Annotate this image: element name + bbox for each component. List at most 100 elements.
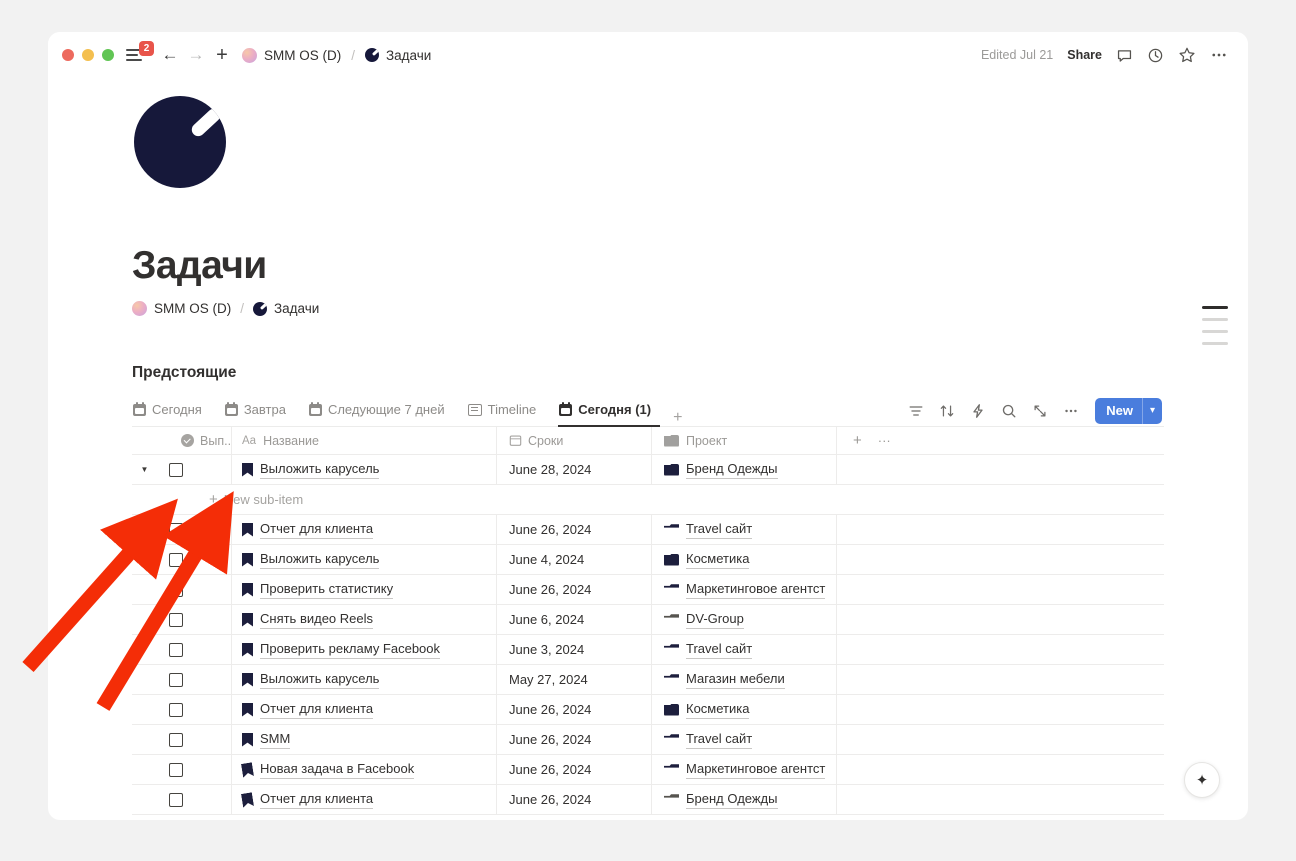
- table-of-contents-indicator[interactable]: [1202, 306, 1228, 345]
- cell-project[interactable]: DV-Group: [652, 605, 837, 634]
- project-name[interactable]: Бренд Одежды: [686, 790, 778, 809]
- collapse-row-icon[interactable]: ▼: [132, 455, 157, 484]
- tab-next-7-days[interactable]: Следующие 7 дней: [308, 395, 454, 427]
- comment-icon[interactable]: [1116, 47, 1133, 64]
- task-name[interactable]: Выложить карусель: [260, 670, 380, 689]
- toc-marker[interactable]: [1202, 330, 1228, 333]
- cell-done[interactable]: [157, 635, 232, 664]
- project-name[interactable]: Маркетинговое агентст: [686, 760, 826, 779]
- checkbox[interactable]: [169, 792, 183, 807]
- breadcrumb-workspace-link[interactable]: SMM OS (D): [154, 301, 231, 316]
- arrow-left-icon[interactable]: ←: [158, 43, 182, 67]
- project-name[interactable]: Travel сайт: [686, 520, 753, 539]
- new-sub-item-row[interactable]: + New sub-item: [132, 485, 1164, 515]
- table-row[interactable]: Выложить карусель May 27, 2024 Магазин меб…: [132, 665, 1164, 695]
- checkbox[interactable]: [169, 642, 183, 657]
- cell-due-date[interactable]: June 26, 2024: [497, 725, 652, 754]
- cell-due-date[interactable]: June 26, 2024: [497, 695, 652, 724]
- ai-assist-button[interactable]: ✦: [1184, 762, 1220, 798]
- cell-project[interactable]: Маркетинговое агентст: [652, 755, 837, 784]
- toc-marker[interactable]: [1202, 318, 1228, 321]
- close-window-button[interactable]: [62, 49, 74, 61]
- share-button[interactable]: Share: [1067, 48, 1102, 62]
- add-view-button[interactable]: +: [669, 409, 686, 427]
- checkbox[interactable]: [169, 552, 183, 567]
- task-name[interactable]: Новая задача в Facebook: [260, 760, 415, 779]
- breadcrumb-page-label[interactable]: Задачи: [386, 48, 431, 63]
- cell-due-date[interactable]: June 26, 2024: [497, 785, 652, 814]
- cell-due-date[interactable]: May 27, 2024: [497, 665, 652, 694]
- column-header-name[interactable]: Aa Название: [232, 427, 497, 454]
- tab-timeline[interactable]: Timeline: [467, 395, 546, 427]
- cell-due-date[interactable]: June 3, 2024: [497, 635, 652, 664]
- cell-project[interactable]: Travel сайт: [652, 725, 837, 754]
- checkbox[interactable]: [169, 762, 183, 777]
- breadcrumb-page-link[interactable]: Задачи: [274, 301, 319, 316]
- column-options-button[interactable]: ···: [878, 433, 891, 448]
- table-row[interactable]: Отчет для клиента June 26, 2024 Travel сай…: [132, 515, 1164, 545]
- cell-done[interactable]: [157, 725, 232, 754]
- checkbox[interactable]: [169, 582, 183, 597]
- cell-name[interactable]: Отчет для клиента: [232, 515, 497, 544]
- table-row[interactable]: Новая задача в Facebook June 26, 2024 Марк…: [132, 755, 1164, 785]
- table-row[interactable]: Снять видео Reels June 6, 2024 DV-Group: [132, 605, 1164, 635]
- checkbox[interactable]: [169, 732, 183, 747]
- cell-name[interactable]: Снять видео Reels: [232, 605, 497, 634]
- project-name[interactable]: Косметика: [686, 550, 750, 569]
- cell-done[interactable]: [157, 455, 232, 484]
- cell-name[interactable]: Выложить карусель: [232, 665, 497, 694]
- cell-project[interactable]: Косметика: [652, 695, 837, 724]
- cell-due-date[interactable]: June 6, 2024: [497, 605, 652, 634]
- filter-icon[interactable]: [907, 402, 925, 420]
- sidebar-toggle-icon[interactable]: 2: [126, 41, 154, 64]
- cell-name[interactable]: Проверить статистику: [232, 575, 497, 604]
- cell-name[interactable]: SMM: [232, 725, 497, 754]
- toc-marker[interactable]: [1202, 306, 1228, 309]
- cell-done[interactable]: [157, 605, 232, 634]
- project-name[interactable]: Маркетинговое агентст: [686, 580, 826, 599]
- task-name[interactable]: Выложить карусель: [260, 550, 380, 569]
- task-name[interactable]: Проверить рекламу Facebook: [260, 640, 441, 659]
- tab-segodnya[interactable]: Сегодня: [132, 395, 211, 427]
- cell-done[interactable]: [157, 575, 232, 604]
- minimize-window-button[interactable]: [82, 49, 94, 61]
- table-row[interactable]: Выложить карусель June 4, 2024 Косметика: [132, 545, 1164, 575]
- sort-icon[interactable]: [938, 402, 956, 420]
- column-header-done[interactable]: Вып...: [157, 427, 232, 454]
- project-name[interactable]: Travel сайт: [686, 640, 753, 659]
- add-column-button[interactable]: +: [853, 432, 862, 449]
- table-row[interactable]: Проверить рекламу Facebook June 3, 2024 Tr…: [132, 635, 1164, 665]
- toc-marker[interactable]: [1202, 342, 1228, 345]
- more-icon[interactable]: [1062, 402, 1080, 420]
- checkbox[interactable]: [169, 702, 183, 717]
- cell-name[interactable]: Отчет для клиента: [232, 785, 497, 814]
- cell-due-date[interactable]: June 28, 2024: [497, 455, 652, 484]
- task-name[interactable]: Отчет для клиента: [260, 700, 374, 719]
- cell-name[interactable]: Новая задача в Facebook: [232, 755, 497, 784]
- task-name[interactable]: Отчет для клиента: [260, 520, 374, 539]
- table-row[interactable]: Проверить статистику June 26, 2024 Маркети…: [132, 575, 1164, 605]
- search-icon[interactable]: [1000, 402, 1018, 420]
- new-button[interactable]: New ▾: [1095, 397, 1162, 424]
- cell-done[interactable]: [157, 665, 232, 694]
- project-name[interactable]: Магазин мебели: [686, 670, 785, 689]
- task-name[interactable]: Отчет для клиента: [260, 790, 374, 809]
- cell-due-date[interactable]: June 26, 2024: [497, 515, 652, 544]
- task-name[interactable]: SMM: [260, 730, 291, 749]
- table-row[interactable]: SMM June 26, 2024 Travel сайт: [132, 725, 1164, 755]
- arrow-right-icon[interactable]: →: [184, 43, 208, 67]
- expand-icon[interactable]: [1031, 402, 1049, 420]
- plus-icon[interactable]: +: [210, 43, 234, 67]
- cell-name[interactable]: Выложить карусель: [232, 455, 497, 484]
- checkbox[interactable]: [169, 612, 183, 627]
- cell-project[interactable]: Маркетинговое агентст: [652, 575, 837, 604]
- cell-due-date[interactable]: June 4, 2024: [497, 545, 652, 574]
- task-name[interactable]: Проверить статистику: [260, 580, 394, 599]
- cell-name[interactable]: Выложить карусель: [232, 545, 497, 574]
- cell-done[interactable]: [157, 755, 232, 784]
- table-row[interactable]: Отчет для клиента June 26, 2024 Косметика: [132, 695, 1164, 725]
- cell-project[interactable]: Бренд Одежды: [652, 785, 837, 814]
- cell-project[interactable]: Косметика: [652, 545, 837, 574]
- lightning-icon[interactable]: [969, 402, 987, 420]
- project-name[interactable]: DV-Group: [686, 610, 744, 629]
